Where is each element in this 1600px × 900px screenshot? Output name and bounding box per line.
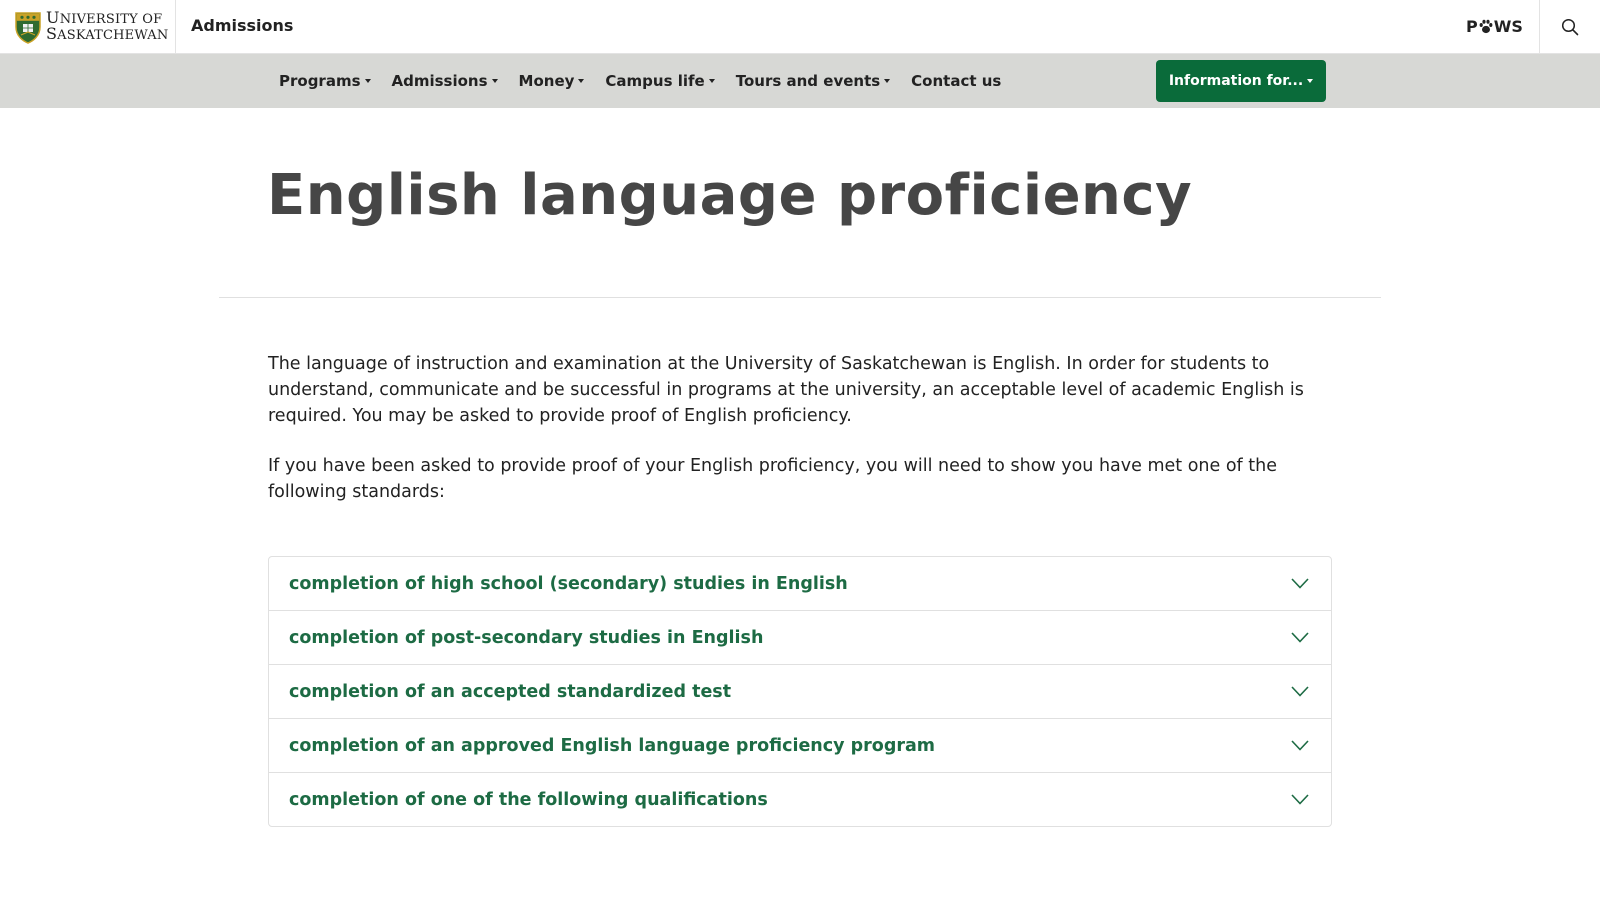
university-crest-icon (15, 11, 41, 44)
paws-link[interactable]: P WS (1466, 17, 1523, 36)
chevron-down-icon (1291, 794, 1309, 805)
standards-accordion: completion of high school (secondary) st… (268, 556, 1332, 827)
accordion-item-label: completion of one of the following quali… (289, 789, 768, 810)
nav-item-programs[interactable]: Programs (279, 72, 371, 90)
university-wordmark: UNIVERSITY OF SASKATCHEWAN (46, 8, 169, 43)
top-header: UNIVERSITY OF SASKATCHEWAN Admissions P … (0, 0, 1600, 54)
accordion-item-label: completion of an accepted standardized t… (289, 681, 732, 702)
accordion-item-qualifications[interactable]: completion of one of the following quali… (269, 772, 1331, 826)
accordion-item-high-school[interactable]: completion of high school (secondary) st… (269, 557, 1331, 610)
nav-item-tours-and-events[interactable]: Tours and events (736, 72, 891, 90)
accordion-item-label: completion of post-secondary studies in … (289, 627, 764, 648)
nav-item-campus-life[interactable]: Campus life (605, 72, 715, 90)
accordion-item-label: completion of an approved English langua… (289, 735, 936, 756)
paws-label-ws: WS (1493, 17, 1523, 36)
caret-down-icon (884, 79, 891, 83)
nav-menu: Programs Admissions Money Campus life To… (279, 54, 1022, 108)
title-divider (219, 297, 1381, 298)
accordion-item-label: completion of high school (secondary) st… (289, 573, 848, 594)
page-title: English language proficiency (267, 163, 1193, 228)
search-icon (1561, 18, 1579, 36)
nav-item-admissions[interactable]: Admissions (392, 72, 498, 90)
main-navigation: Programs Admissions Money Campus life To… (0, 54, 1600, 108)
accordion-item-standardized-test[interactable]: completion of an accepted standardized t… (269, 664, 1331, 718)
chevron-down-icon (1291, 686, 1309, 697)
caret-down-icon (578, 79, 585, 83)
paws-label-p: P (1466, 17, 1478, 36)
nav-item-money[interactable]: Money (519, 72, 585, 90)
accordion-item-post-secondary[interactable]: completion of post-secondary studies in … (269, 610, 1331, 664)
university-logo-link[interactable]: UNIVERSITY OF SASKATCHEWAN (14, 10, 168, 44)
paw-icon (1479, 19, 1493, 34)
caret-down-icon (1307, 79, 1314, 83)
chevron-down-icon (1291, 578, 1309, 589)
information-for-button[interactable]: Information for... (1156, 60, 1326, 102)
accordion-item-proficiency-program[interactable]: completion of an approved English langua… (269, 718, 1331, 772)
chevron-down-icon (1291, 740, 1309, 751)
caret-down-icon (364, 79, 371, 83)
intro-paragraph: The language of instruction and examinat… (268, 354, 1304, 426)
nav-item-contact-us[interactable]: Contact us (911, 72, 1001, 90)
site-title-link[interactable]: Admissions (191, 16, 293, 35)
standards-paragraph: If you have been asked to provide proof … (268, 456, 1277, 502)
search-button[interactable] (1540, 0, 1600, 54)
header-divider (175, 0, 176, 54)
chevron-down-icon (1291, 632, 1309, 643)
caret-down-icon (708, 79, 715, 83)
caret-down-icon (491, 79, 498, 83)
